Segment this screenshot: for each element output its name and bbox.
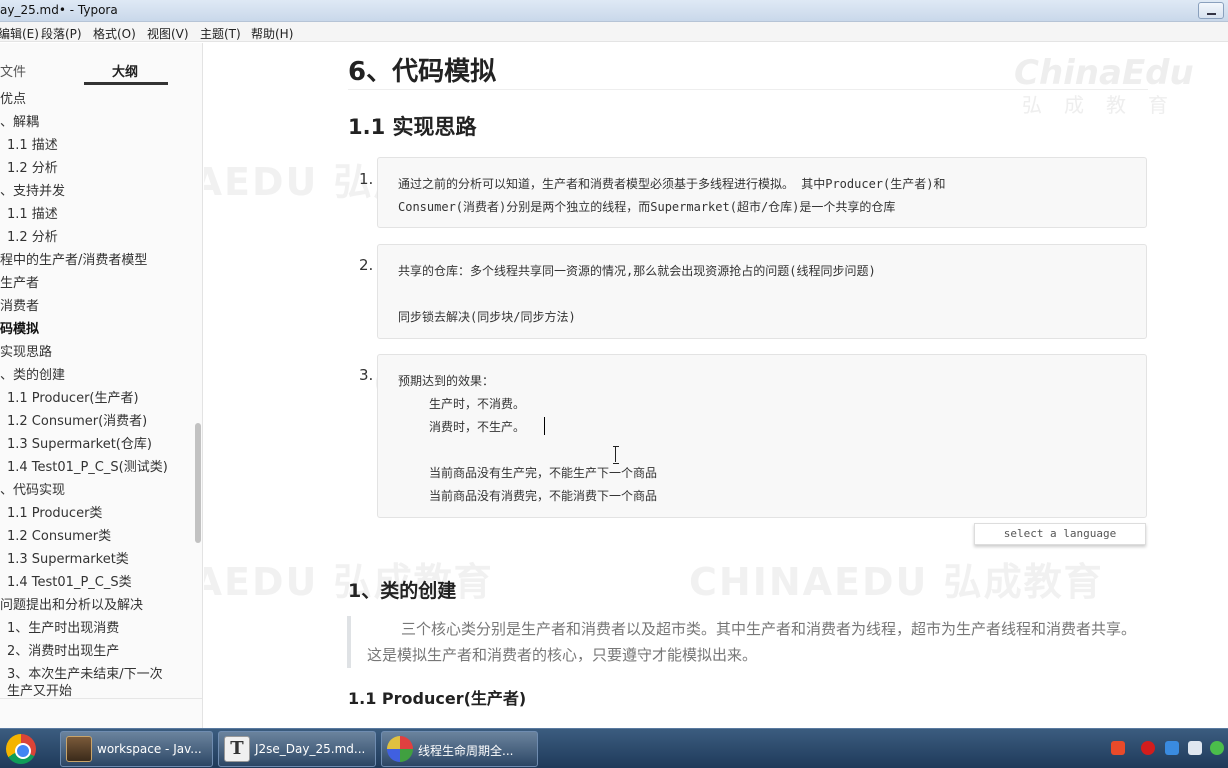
outline-item[interactable]: 、类的创建 <box>0 367 65 384</box>
outline-item[interactable]: 2、消费时出现生产 <box>7 643 119 660</box>
outline-item[interactable]: 1.4 Test01_P_C_S(测试类) <box>7 459 168 476</box>
heading-code-simulation: 6、代码模拟 <box>348 57 497 87</box>
outline-item[interactable]: 1、生产时出现消费 <box>7 620 119 637</box>
code-line: 消费时，不生产。 <box>429 420 526 434</box>
outline-item[interactable]: 1.1 描述 <box>7 206 58 223</box>
typora-icon: T <box>224 736 250 762</box>
code-block[interactable]: 共享的仓库：多个线程共享同一资源的情况,那么就会出现资源抢占的问题(线程同步问题… <box>377 244 1147 339</box>
task-label: J2se_Day_25.md... <box>255 742 366 756</box>
sogou-ime-icon[interactable] <box>1111 741 1125 755</box>
outline-item[interactable]: 1.3 Supermarket类 <box>7 551 129 568</box>
list-number: 2. <box>359 256 374 274</box>
code-line: 预期达到的效果： <box>398 374 495 388</box>
sidebar-scrollbar[interactable] <box>195 423 201 543</box>
code-line: 同步锁去解决(同步块/同步方法) <box>398 310 576 324</box>
outline-item[interactable]: 3、本次生产未结束/下一次 <box>7 666 163 683</box>
sidebar: 文件 大纲 优点、解耦 1.1 描述 1.2 分析 、支持并发 1.1 描述 1.2 分析… <box>0 43 203 728</box>
blockquote-text: 三个核心类分别是生产者和消费者以及超市类。其中生产者和消费者为线程，超市为生产者… <box>367 620 1137 664</box>
outline-item[interactable]: 程中的生产者/消费者模型 <box>0 252 147 269</box>
menu-edit[interactable]: 编辑(E) <box>0 25 39 42</box>
outline-item[interactable]: 1.1 Producer类 <box>7 505 102 522</box>
outline-item[interactable]: 1.2 分析 <box>7 160 58 177</box>
eclipse-javaee-icon <box>66 736 92 762</box>
tab-outline[interactable]: 大纲 <box>112 61 138 80</box>
code-block[interactable]: 通过之前的分析可以知道，生产者和消费者模型必须基于多线程进行模拟。 其中Prod… <box>377 157 1147 228</box>
outline-item[interactable]: 、支持并发 <box>0 183 65 200</box>
outline-item[interactable]: 1.2 Consumer类 <box>7 528 111 545</box>
code-line: 共享的仓库：多个线程共享同一资源的情况,那么就会出现资源抢占的问题(线程同步问题… <box>398 264 876 278</box>
logo-text: ChinaEdu <box>1014 53 1194 93</box>
menu-help[interactable]: 帮助(H) <box>251 25 293 42</box>
tab-files[interactable]: 文件 <box>0 61 26 80</box>
menu-bar: 编辑(E) 段落(P) 格式(O) 视图(V) 主题(T) 帮助(H) <box>0 22 1228 42</box>
outline-item[interactable]: 、解耦 <box>0 114 39 131</box>
text-cursor <box>544 417 545 435</box>
code-line: 当前商品没有消费完，不能消费下一个商品 <box>429 489 658 503</box>
chrome-icon[interactable] <box>6 734 36 764</box>
tab-outline-indicator <box>84 82 168 85</box>
outline-item[interactable]: 1.3 Supermarket(仓库) <box>7 436 152 453</box>
task-eclipse[interactable]: workspace - Jav... <box>60 731 213 767</box>
logo-subtext: 弘成教育 <box>1022 93 1190 117</box>
task-label: 线程生命周期全... <box>418 744 514 758</box>
outline-item[interactable]: 实现思路 <box>0 344 52 361</box>
code-block[interactable]: 预期达到的效果： 生产时，不消费。 消费时，不生产。 当前商品没有生产完，不能生… <box>377 354 1147 518</box>
outline-item[interactable]: 1.4 Test01_P_C_S类 <box>7 574 132 591</box>
code-line: 当前商品没有生产完，不能生产下一个商品 <box>429 466 658 480</box>
outline-item[interactable]: 1.1 Producer(生产者) <box>7 390 139 407</box>
volume-icon[interactable] <box>1188 741 1202 755</box>
task-typora[interactable]: T J2se_Day_25.md... <box>218 731 376 767</box>
outline-item[interactable]: 、代码实现 <box>0 482 65 499</box>
outline-item[interactable]: 1.1 描述 <box>7 137 58 154</box>
mouse-ibeam-icon <box>613 446 619 464</box>
window-title: ay_25.md• - Typora <box>0 3 118 17</box>
title-bar: ay_25.md• - Typora <box>0 0 1228 22</box>
blockquote: 三个核心类分别是生产者和消费者以及超市类。其中生产者和消费者为线程，超市为生产者… <box>347 616 1137 668</box>
outline-item[interactable]: 码模拟 <box>0 321 39 338</box>
heading-producer: 1.1 Producer(生产者) <box>348 689 527 708</box>
code-line: 通过之前的分析可以知道，生产者和消费者模型必须基于多线程进行模拟。 其中Prod… <box>398 177 946 191</box>
outline-item[interactable]: 1.2 Consumer(消费者) <box>7 413 147 430</box>
code-line: Consumer(消费者)分别是两个独立的线程，而Supermarket(超市/… <box>398 200 896 214</box>
task-paint[interactable]: 线程生命周期全... <box>381 731 538 767</box>
heading-divider <box>348 89 1148 90</box>
editor-area[interactable]: CHINAEDU 弘成教育 CHINAEDU 弘成教育 CHINAEDU 弘成教… <box>204 43 1228 728</box>
heading-class-creation: 1、类的创建 <box>348 580 457 602</box>
minimize-button[interactable] <box>1198 2 1224 19</box>
paint-icon <box>387 736 413 762</box>
outline-item[interactable]: 1.2 分析 <box>7 229 58 246</box>
menu-paragraph[interactable]: 段落(P) <box>41 25 82 42</box>
menu-format[interactable]: 格式(O) <box>93 25 136 42</box>
antivirus-icon[interactable] <box>1141 741 1155 755</box>
shield-icon[interactable] <box>1165 741 1179 755</box>
list-number: 3. <box>359 366 374 384</box>
list-number: 1. <box>359 170 374 188</box>
menu-theme[interactable]: 主题(T) <box>200 25 241 42</box>
heading-implementation-idea: 1.1 实现思路 <box>348 115 477 139</box>
outline-item[interactable]: 消费者 <box>0 298 39 315</box>
taskbar: workspace - Jav... T J2se_Day_25.md... 线… <box>0 728 1228 768</box>
wechat-icon[interactable] <box>1210 741 1224 755</box>
code-line: 生产时，不消费。 <box>429 397 526 411</box>
language-select[interactable]: select a language <box>974 523 1146 545</box>
outline-item[interactable]: 优点 <box>0 91 26 108</box>
sidebar-footer: < <box>0 698 202 728</box>
chinaedu-logo: ChinaEdu 弘成教育 <box>1014 53 1194 117</box>
outline-item[interactable]: 生产者 <box>0 275 39 292</box>
watermark-5: CHINAEDU 弘成教育 <box>689 560 1104 604</box>
menu-view[interactable]: 视图(V) <box>147 25 189 42</box>
task-label: workspace - Jav... <box>97 742 202 756</box>
outline-item[interactable]: 问题提出和分析以及解决 <box>0 597 143 614</box>
